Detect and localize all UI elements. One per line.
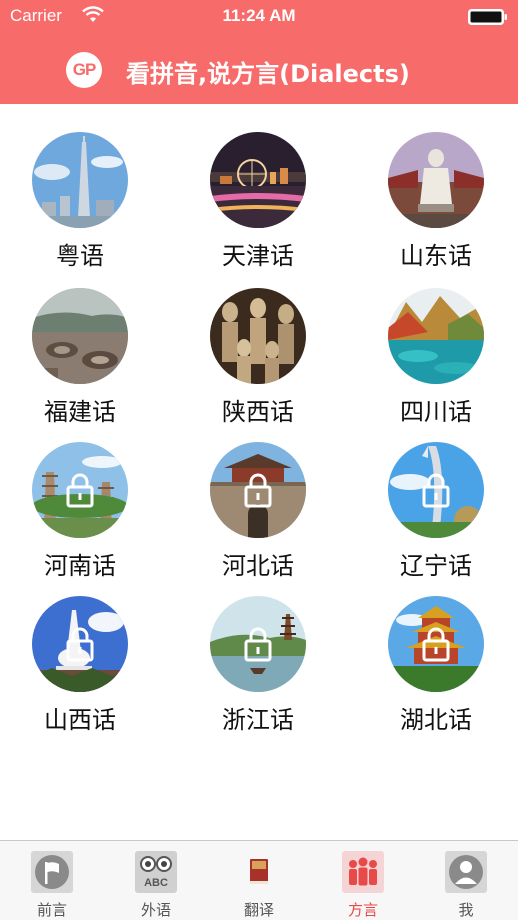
flag-icon: [31, 851, 73, 893]
tab-me[interactable]: 我: [414, 841, 518, 920]
dialect-label: 河北话: [222, 552, 294, 580]
terracotta-warriors-image: [210, 288, 306, 384]
dialect-label: 浙江话: [222, 706, 294, 734]
dialect-item-cantonese[interactable]: 粤语: [0, 132, 160, 282]
status-time: 11:24 AM: [222, 6, 296, 25]
dialect-thumbnail: [388, 288, 484, 384]
tab-dialects[interactable]: 方言: [311, 841, 415, 920]
dialect-item-hubei[interactable]: 湖北话: [356, 596, 516, 746]
owl-abc-icon: ABC: [135, 851, 177, 893]
tulou-village-image: [32, 288, 128, 384]
dialect-thumbnail: [32, 132, 128, 228]
dialect-item-liaoning[interactable]: 辽宁话: [356, 442, 516, 592]
dialect-item-henan[interactable]: 河南话: [0, 442, 160, 592]
dictionary-book-icon: [250, 859, 268, 884]
lock-icon: [244, 627, 272, 662]
dialect-item-sichuan[interactable]: 四川话: [356, 288, 516, 438]
dialect-item-shandong[interactable]: 山东话: [356, 132, 516, 282]
dialect-label: 山西话: [44, 706, 116, 734]
lock-icon: [66, 473, 94, 508]
dialect-label: 河南话: [44, 552, 116, 580]
tab-label: 方言: [347, 901, 378, 919]
dialect-item-hebei[interactable]: 河北话: [178, 442, 338, 592]
battery-icon: [468, 9, 507, 25]
dialect-label: 粤语: [56, 242, 104, 270]
tab-bar: 前言 ABC 外语 翻译 方言 我: [0, 840, 518, 920]
dialect-label: 辽宁话: [400, 552, 472, 580]
dialect-thumbnail: [388, 132, 484, 228]
tianjin-eye-image: [210, 132, 306, 228]
dialect-item-fujian[interactable]: 福建话: [0, 288, 160, 438]
lock-icon: [422, 473, 450, 508]
dialect-item-shanxi[interactable]: 山西话: [0, 596, 160, 746]
dialect-grid: 粤语 天津话 山东话 福建话 陕西话 四川话 河南话 河北话 辽宁话 山西话 浙…: [0, 104, 518, 840]
lock-icon: [66, 627, 94, 662]
confucius-statue-image: [388, 132, 484, 228]
navigation-header: Carrier 11:24 AM GP 看拼音,说方言(Dialects): [0, 0, 518, 104]
tab-label: 前言: [36, 901, 67, 919]
dialect-thumbnail: [210, 288, 306, 384]
page-title: 看拼音,说方言(Dialects): [126, 60, 410, 88]
dialect-label: 山东话: [400, 242, 472, 270]
dialect-label: 四川话: [400, 398, 472, 426]
nav-title-row: GP 看拼音,说方言(Dialects): [0, 48, 518, 94]
dialect-item-tianjin[interactable]: 天津话: [178, 132, 338, 282]
people-group-icon: [342, 851, 384, 893]
dialect-item-shaanxi[interactable]: 陕西话: [178, 288, 338, 438]
tab-preface[interactable]: 前言: [0, 841, 104, 920]
canton-tower-image: [32, 132, 128, 228]
dialect-thumbnail: [32, 288, 128, 384]
app-logo: GP: [66, 52, 102, 88]
tab-foreign-language[interactable]: ABC 外语: [104, 841, 208, 920]
dialect-label: 福建话: [44, 398, 116, 426]
tab-label: 我: [458, 901, 474, 919]
dialect-label: 陕西话: [222, 398, 294, 426]
jiuzhaigou-lake-image: [388, 288, 484, 384]
dialect-label: 天津话: [222, 242, 294, 270]
lock-icon: [422, 627, 450, 662]
dialect-item-zhejiang[interactable]: 浙江话: [178, 596, 338, 746]
tab-label: 外语: [140, 901, 171, 919]
dialect-label: 湖北话: [400, 706, 472, 734]
user-profile-icon: [445, 851, 487, 893]
lock-icon: [244, 473, 272, 508]
dialect-thumbnail: [210, 132, 306, 228]
tab-label: 翻译: [243, 901, 274, 919]
svg-text:ABC: ABC: [144, 877, 168, 889]
status-bar: Carrier 11:24 AM: [0, 0, 518, 34]
tab-translate[interactable]: 翻译: [207, 841, 311, 920]
